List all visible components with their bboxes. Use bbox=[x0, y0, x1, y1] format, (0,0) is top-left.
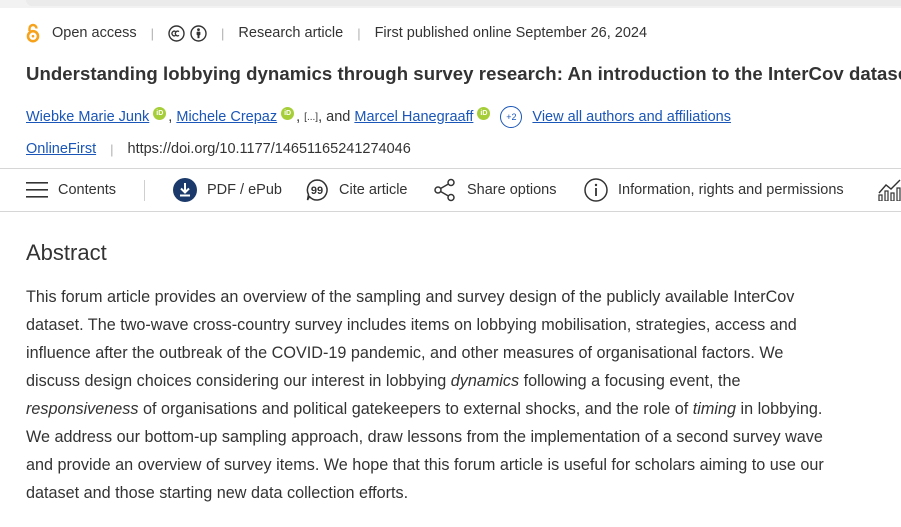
attribution-icon[interactable] bbox=[190, 24, 207, 42]
top-bar bbox=[0, 0, 901, 8]
metrics-button[interactable] bbox=[878, 169, 901, 211]
toolbar-divider bbox=[144, 180, 145, 201]
doi-text: https://doi.org/10.1177/1465116524127404… bbox=[127, 141, 411, 157]
onlinefirst-link[interactable]: OnlineFirst bbox=[26, 141, 96, 157]
pdf-label: PDF / ePub bbox=[207, 182, 282, 198]
share-button[interactable]: Share options bbox=[433, 169, 556, 211]
article-toolbar: Contents PDF / ePub 99 Cite article Shar… bbox=[0, 168, 901, 212]
abstract-text: This forum article provides an overview … bbox=[26, 283, 836, 507]
top-bar-inner bbox=[26, 0, 901, 6]
article-type: Research article bbox=[238, 25, 344, 41]
author-link-junk[interactable]: Wiebke Marie Junk bbox=[26, 109, 149, 125]
published-date: First published online September 26, 202… bbox=[374, 25, 648, 41]
abstract-emphasis-dynamics: dynamics bbox=[450, 372, 520, 390]
open-access-lock-icon bbox=[26, 23, 40, 43]
abstract-heading: Abstract bbox=[26, 240, 107, 265]
pdf-button[interactable]: PDF / ePub bbox=[173, 169, 282, 211]
separator: | bbox=[221, 25, 225, 41]
article-meta-row: Open access | | Research article | First… bbox=[26, 22, 647, 44]
abstract-part-3: of organisations and political gatekeepe… bbox=[138, 400, 693, 418]
orcid-icon[interactable]: iD bbox=[477, 106, 491, 120]
separator: | bbox=[357, 25, 361, 41]
cite-button[interactable]: 99 Cite article bbox=[305, 169, 408, 211]
author-comma: , bbox=[318, 109, 327, 125]
list-icon bbox=[26, 182, 48, 198]
author-link-hanegraaff[interactable]: Marcel Hanegraaff bbox=[354, 109, 473, 125]
more-authors-badge[interactable]: +2 bbox=[500, 106, 523, 128]
abstract-part-2: following a focusing event, the bbox=[519, 372, 741, 390]
authors-row: Wiebke Marie Junk iD , Michele Crepaz iD… bbox=[26, 106, 731, 128]
article-title: Understanding lobbying dynamics through … bbox=[26, 63, 901, 84]
info-label: Information, rights and permissions bbox=[618, 182, 844, 198]
share-label: Share options bbox=[467, 182, 557, 198]
share-icon bbox=[434, 178, 455, 202]
contents-label: Contents bbox=[58, 182, 117, 198]
svg-text:99: 99 bbox=[311, 185, 323, 197]
download-icon bbox=[173, 178, 197, 202]
contents-button[interactable]: Contents bbox=[26, 169, 116, 211]
abstract-emphasis-responsiveness: responsiveness bbox=[26, 400, 139, 418]
quote-icon: 99 bbox=[306, 179, 328, 201]
author-link-crepaz[interactable]: Michele Crepaz bbox=[176, 109, 277, 125]
open-access-label: Open access bbox=[52, 25, 137, 41]
creative-commons-icon[interactable] bbox=[168, 24, 185, 42]
view-all-authors-link[interactable]: View all authors and affiliations bbox=[532, 109, 731, 125]
doi-row: OnlineFirst | https://doi.org/10.1177/14… bbox=[26, 138, 411, 160]
author-comma: , bbox=[168, 109, 177, 125]
orcid-icon[interactable]: iD bbox=[281, 106, 295, 120]
info-icon bbox=[584, 178, 608, 202]
authors-and: and bbox=[326, 109, 351, 125]
separator: | bbox=[150, 25, 155, 41]
abstract-emphasis-timing: timing bbox=[692, 400, 736, 418]
separator: | bbox=[110, 141, 114, 157]
authors-ellipsis: [...] bbox=[304, 111, 319, 123]
orcid-icon[interactable]: iD bbox=[153, 106, 167, 120]
info-button[interactable]: Information, rights and permissions bbox=[584, 169, 844, 211]
author-comma: , bbox=[296, 109, 305, 125]
license-icons[interactable] bbox=[168, 24, 207, 42]
cite-label: Cite article bbox=[339, 182, 408, 198]
bar-chart-icon bbox=[878, 179, 901, 201]
